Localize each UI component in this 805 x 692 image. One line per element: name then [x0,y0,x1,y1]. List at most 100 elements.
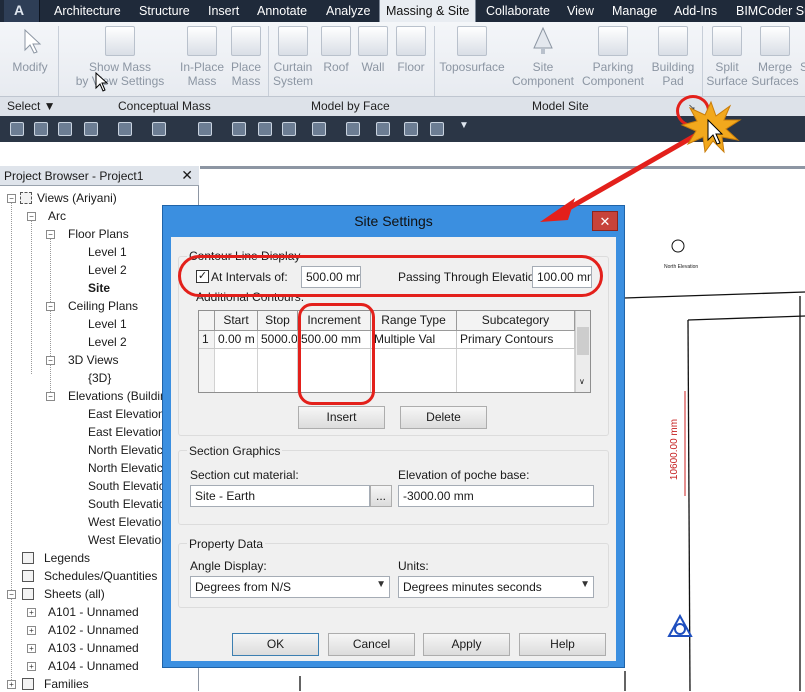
subregion-button[interactable]: S [800,22,805,96]
select-panel-dropdown[interactable]: Select ▼ [7,99,56,113]
tree-fp-site[interactable]: Site [88,280,110,296]
tree-sheet-a101[interactable]: A101 - Unnamed [48,604,139,620]
dimension-icon[interactable] [232,122,246,136]
tree-fp-level2[interactable]: Level 2 [88,262,127,278]
section-icon[interactable] [346,122,360,136]
tree-elevation-item[interactable]: East Elevation [88,406,165,422]
sheet-toggle[interactable]: + [27,608,36,617]
merge-surfaces-button[interactable]: Merge Surfaces [750,22,800,96]
site-component-button[interactable]: Site Component [510,22,576,96]
sync-icon[interactable] [84,122,98,136]
tree-views[interactable]: Views (Ariyani) [37,190,117,206]
section-cut-material-input[interactable]: Site - Earth [190,485,370,507]
floor-plans-toggle[interactable]: − [46,230,55,239]
sheet-toggle[interactable]: + [27,644,36,653]
redo-icon[interactable] [152,122,166,136]
tree-arc[interactable]: Arc [48,208,66,224]
tree-elevation-item[interactable]: North Elevatic [88,460,163,476]
tree-sheet-a102[interactable]: A102 - Unnamed [48,622,139,638]
help-button[interactable]: Help [519,633,606,656]
tab-annotate[interactable]: Annotate [251,0,313,22]
table-cell-range-type[interactable]: Multiple Val [371,331,457,349]
tab-view[interactable]: View [561,0,600,22]
tree-sheets[interactable]: Sheets (all) [44,586,105,602]
customize-qat-icon[interactable]: ▼ [459,120,469,131]
tree-elevation-item[interactable]: West Elevation [88,514,168,530]
tab-insert[interactable]: Insert [202,0,245,22]
tree-elevations[interactable]: Elevations (Buildin [68,388,167,404]
place-mass-button[interactable]: Place Mass [228,22,264,96]
apply-button[interactable]: Apply [423,633,510,656]
wall-by-face-button[interactable]: Wall [356,22,390,96]
curtain-system-button[interactable]: Curtain System [270,22,316,96]
tree-elevation-item[interactable]: South Elevatic [88,496,165,512]
building-pad-button[interactable]: Building Pad [648,22,698,96]
modify-tool[interactable]: Modify [6,22,54,96]
close-icon[interactable]: ✕ [181,167,193,184]
tab-add-ins[interactable]: Add-Ins [668,0,723,22]
scroll-down-icon[interactable]: ∨ [579,377,585,386]
tree-elevation-item[interactable]: East Elevation [88,424,165,440]
table-cell-stop[interactable]: 5000.0 [258,331,298,349]
arc-toggle[interactable]: − [27,212,36,221]
tree-3d-default[interactable]: {3D} [88,370,111,386]
cancel-button[interactable]: Cancel [328,633,415,656]
tab-analyze[interactable]: Analyze [320,0,376,22]
close-windows-icon[interactable] [404,122,418,136]
table-cell-start[interactable]: 0.00 m [215,331,258,349]
sheets-toggle[interactable]: − [7,590,16,599]
save-icon[interactable] [58,122,72,136]
elevations-toggle[interactable]: − [46,392,55,401]
undo-icon[interactable] [118,122,132,136]
angle-display-select[interactable]: Degrees from N/S ▼ [190,576,390,598]
parking-component-button[interactable]: Parking Component [578,22,648,96]
3d-views-toggle[interactable]: − [46,356,55,365]
tree-floor-plans[interactable]: Floor Plans [68,226,129,242]
tree-legends[interactable]: Legends [44,550,90,566]
views-toggle[interactable]: − [7,194,16,203]
scrollbar-thumb[interactable] [577,327,589,355]
tab-massing-site[interactable]: Massing & Site [379,0,477,22]
ok-button[interactable]: OK [232,633,319,656]
application-menu-button[interactable]: A [4,0,40,22]
tree-sheet-a103[interactable]: A103 - Unnamed [48,640,139,656]
tree-elevation-item[interactable]: North Elevatic [88,442,163,458]
units-select[interactable]: Degrees minutes seconds ▼ [398,576,594,598]
table-header-range-type[interactable]: Range Type [371,311,457,331]
split-surface-button[interactable]: Split Surface [704,22,750,96]
tree-sheet-a104[interactable]: A104 - Unnamed [48,658,139,674]
tree-elevation-item[interactable]: South Elevatic [88,478,165,494]
switch-windows-icon[interactable] [430,122,444,136]
tree-families[interactable]: Families [44,676,89,692]
tree-cp-level1[interactable]: Level 1 [88,316,127,332]
show-mass-button[interactable]: Show Mass by View Settings [70,22,170,96]
inplace-mass-button[interactable]: In-Place Mass [176,22,228,96]
tab-bimcoder[interactable]: BIMCoder Su [730,0,805,22]
thin-lines-icon[interactable] [376,122,390,136]
sheet-toggle[interactable]: + [27,662,36,671]
tree-cp-level2[interactable]: Level 2 [88,334,127,350]
browse-material-button[interactable]: ... [370,485,392,507]
tree-schedules[interactable]: Schedules/Quantities [44,568,157,584]
delete-button[interactable]: Delete [400,406,487,429]
tab-structure[interactable]: Structure [133,0,196,22]
table-header-stop[interactable]: Stop [258,311,298,331]
families-toggle[interactable]: + [7,680,16,689]
tree-3d-views[interactable]: 3D Views [68,352,118,368]
table-scrollbar[interactable]: ∨ [575,311,590,392]
poche-base-input[interactable]: -3000.00 mm [398,485,594,507]
toposurface-button[interactable]: Toposurface [436,22,508,96]
measure-icon[interactable] [198,122,212,136]
tree-elevation-item[interactable]: West Elevation [88,532,168,548]
tree-ceiling-plans[interactable]: Ceiling Plans [68,298,138,314]
survey-point-icon[interactable] [667,614,693,638]
tree-fp-level1[interactable]: Level 1 [88,244,127,260]
table-header-start[interactable]: Start [215,311,258,331]
tab-manage[interactable]: Manage [606,0,663,22]
roof-by-face-button[interactable]: Roof [318,22,354,96]
tab-architecture[interactable]: Architecture [48,0,127,22]
table-cell-subcategory[interactable]: Primary Contours [457,331,575,349]
open-icon[interactable] [34,122,48,136]
insert-button[interactable]: Insert [298,406,385,429]
tab-collaborate[interactable]: Collaborate [480,0,556,22]
